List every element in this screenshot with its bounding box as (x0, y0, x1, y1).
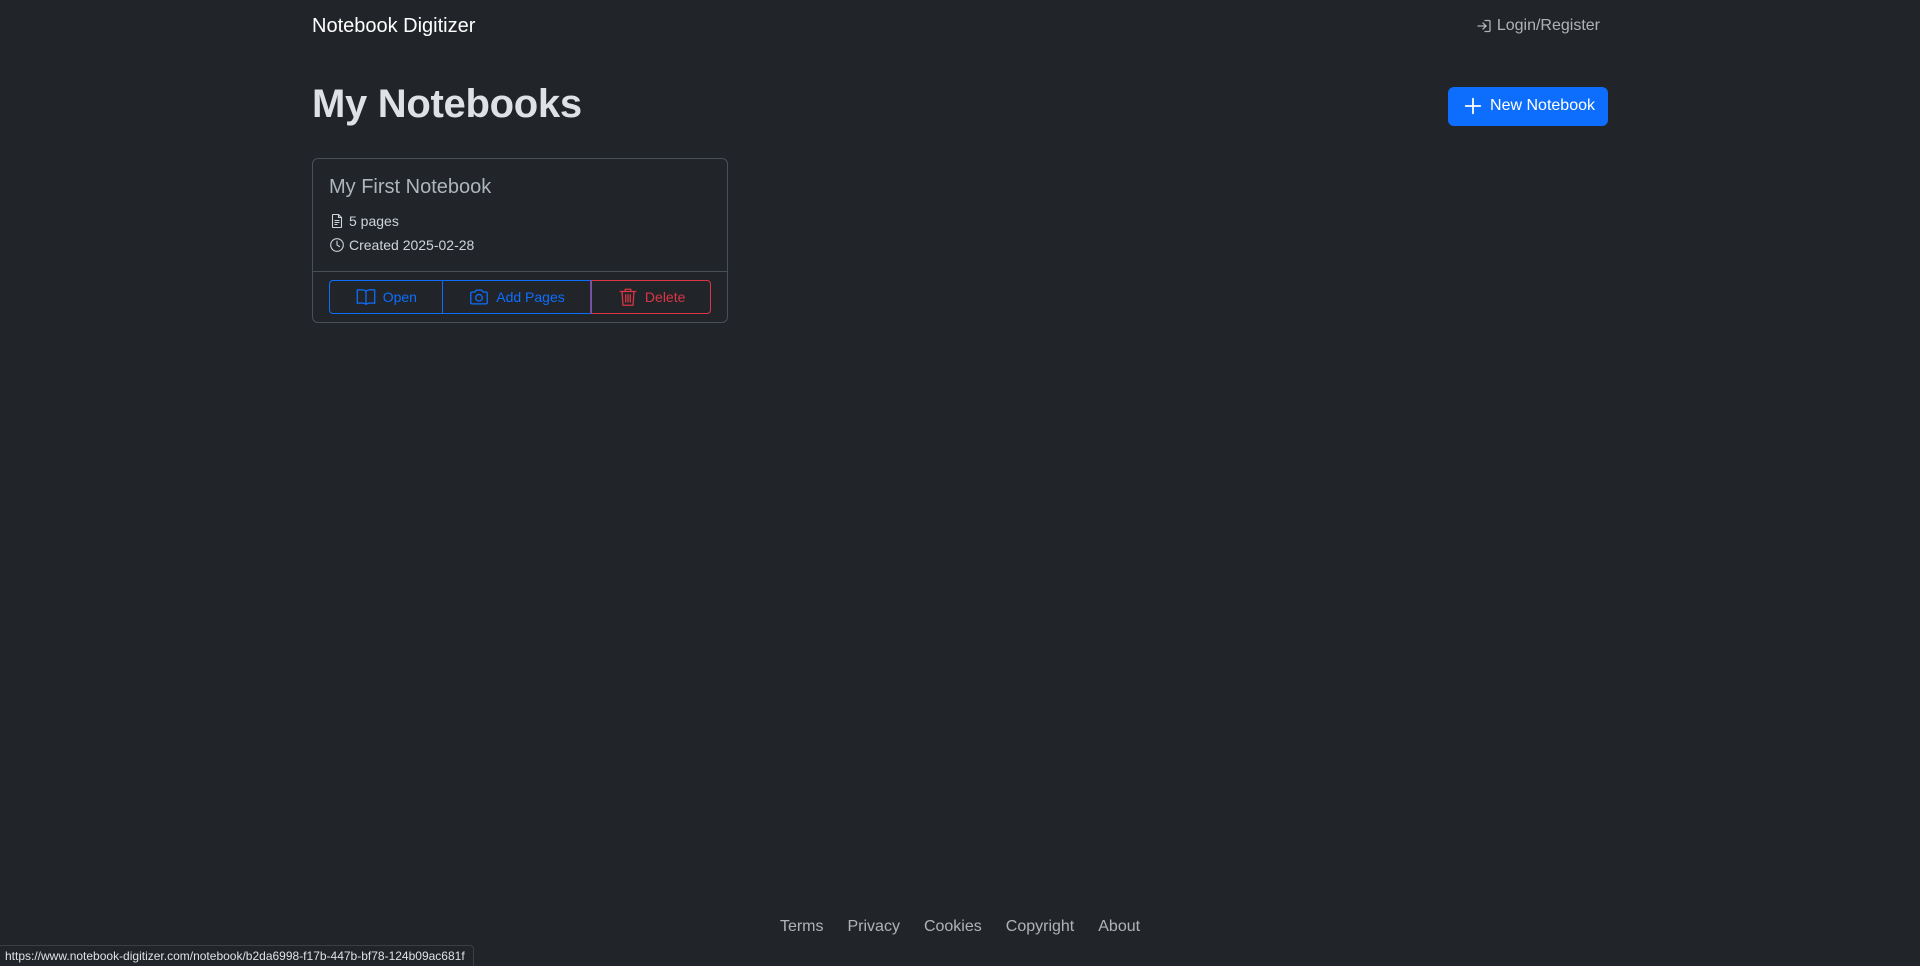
navbar: Notebook Digitizer Login/Register (312, 0, 1608, 52)
box-arrow-in-right-icon (1477, 19, 1491, 33)
notebook-created-date: Created 2025-02-28 (329, 233, 711, 257)
delete-label: Delete (644, 289, 686, 305)
status-bar-url: https://www.notebook-digitizer.com/noteb… (0, 945, 474, 966)
footer-link-copyright[interactable]: Copyright (1006, 918, 1074, 936)
camera-icon (470, 289, 489, 305)
add-pages-button[interactable]: Add Pages (442, 280, 592, 314)
notebook-card-body: My First Notebook 5 pages Created 2025-0… (313, 159, 727, 271)
login-register-link[interactable]: Login/Register (1476, 17, 1600, 35)
footer-link-about[interactable]: About (1098, 918, 1140, 936)
file-text-icon (331, 213, 343, 229)
page-header: My Notebooks New Notebook (312, 74, 1608, 134)
page: Notebook Digitizer Login/Register My Not… (0, 0, 1920, 966)
footer-link-terms[interactable]: Terms (780, 918, 824, 936)
notebook-card-footer: Open Add Pages Delete (313, 271, 727, 323)
trash-icon (619, 288, 637, 306)
new-notebook-button[interactable]: New Notebook (1448, 86, 1608, 126)
notebook-card: My First Notebook 5 pages Created 2025-0… (312, 158, 728, 323)
notebook-page-count: 5 pages (329, 209, 711, 233)
add-pages-label: Add Pages (496, 289, 565, 305)
clock-icon (330, 238, 344, 252)
open-label: Open (382, 289, 417, 305)
delete-notebook-button[interactable]: Delete (591, 280, 711, 314)
footer-link-cookies[interactable]: Cookies (924, 918, 982, 936)
new-notebook-label: New Notebook (1490, 97, 1595, 114)
login-register-label: Login/Register (1496, 17, 1600, 34)
notebook-pages-text: 5 pages (349, 213, 399, 229)
plus-icon (1464, 97, 1482, 115)
open-notebook-button[interactable]: Open (329, 280, 443, 314)
footer: Terms Privacy Cookies Copyright About (0, 918, 1920, 936)
notebook-created-text: Created 2025-02-28 (349, 237, 475, 253)
book-icon (356, 289, 376, 305)
page-title: My Notebooks (312, 81, 582, 126)
brand-link[interactable]: Notebook Digitizer (312, 15, 475, 38)
notebook-title: My First Notebook (329, 176, 492, 198)
footer-link-privacy[interactable]: Privacy (848, 918, 900, 936)
notebook-actions: Open Add Pages Delete (329, 280, 711, 314)
